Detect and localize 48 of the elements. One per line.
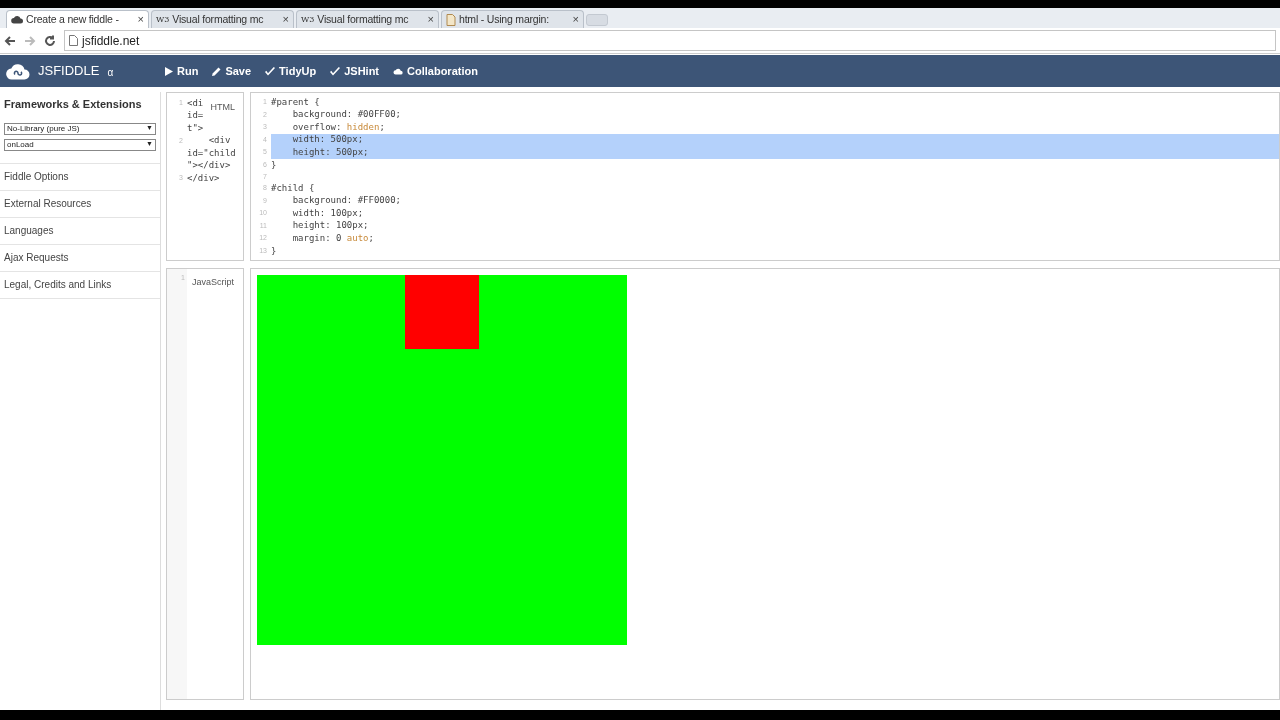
tab-title: Create a new fiddle - bbox=[26, 11, 120, 27]
toolbar-button[interactable]: JSHint bbox=[330, 62, 379, 80]
tab-close-button[interactable]: × bbox=[427, 11, 434, 28]
browser-tab[interactable]: Create a new fiddle - × bbox=[6, 10, 149, 28]
sidebar-item[interactable]: External Resources bbox=[0, 190, 160, 218]
code-line: id= bbox=[187, 109, 204, 122]
check-icon bbox=[265, 66, 276, 76]
document-icon bbox=[446, 13, 456, 26]
code-line: t"> bbox=[187, 121, 204, 135]
panel-label: JavaScript bbox=[191, 276, 235, 289]
address-bar[interactable]: jsfiddle.net bbox=[64, 30, 1276, 51]
sidebar-heading: Frameworks & Extensions bbox=[4, 97, 143, 112]
url-text: jsfiddle.net bbox=[82, 32, 140, 50]
tab-title: html - Using margin: bbox=[459, 11, 550, 27]
browser-tab[interactable]: html - Using margin: × bbox=[441, 10, 584, 28]
logo-text: JSFIDDLE bbox=[38, 62, 100, 81]
toolbar-button[interactable]: Run bbox=[165, 62, 199, 80]
code-line: "></div> bbox=[187, 159, 231, 172]
tab-title: Visual formatting mc bbox=[317, 11, 410, 27]
site-icon: W3 bbox=[301, 15, 315, 24]
sidebar-item[interactable]: Fiddle Options bbox=[0, 163, 160, 191]
sidebar-item[interactable]: Legal, Credits and Links bbox=[0, 271, 160, 299]
code-line: </div> bbox=[187, 171, 220, 185]
pencil-icon bbox=[212, 66, 222, 76]
toolbar-button[interactable]: Collaboration bbox=[393, 62, 478, 80]
toolbar-button[interactable]: Save bbox=[212, 62, 252, 80]
tab-close-button[interactable]: × bbox=[137, 11, 144, 28]
sidebar-item[interactable]: Languages bbox=[0, 217, 160, 245]
page-icon bbox=[69, 35, 78, 46]
cloud-icon bbox=[393, 67, 403, 75]
tab-close-button[interactable]: × bbox=[572, 11, 579, 28]
browser-tab[interactable]: W3 Visual formatting mc × bbox=[151, 10, 294, 28]
check-icon bbox=[330, 66, 341, 76]
reload-icon[interactable] bbox=[44, 34, 56, 47]
sidebar-item[interactable]: Ajax Requests bbox=[0, 244, 160, 272]
tab-title: Visual formatting mc bbox=[172, 11, 265, 27]
code-line: <di bbox=[187, 96, 204, 110]
tab-close-button[interactable]: × bbox=[282, 11, 289, 28]
cloud-logo-icon bbox=[6, 62, 30, 80]
code-line: id="child bbox=[187, 146, 236, 160]
cloud-icon bbox=[11, 15, 23, 24]
version-text: α bbox=[107, 66, 114, 80]
play-icon bbox=[165, 66, 173, 76]
site-icon: W3 bbox=[156, 15, 170, 24]
toolbar-button[interactable]: TidyUp bbox=[265, 62, 317, 80]
browser-tab[interactable]: W3 Visual formatting mc × bbox=[296, 10, 439, 28]
code-line: <div bbox=[207, 134, 231, 147]
back-icon[interactable] bbox=[4, 34, 16, 47]
